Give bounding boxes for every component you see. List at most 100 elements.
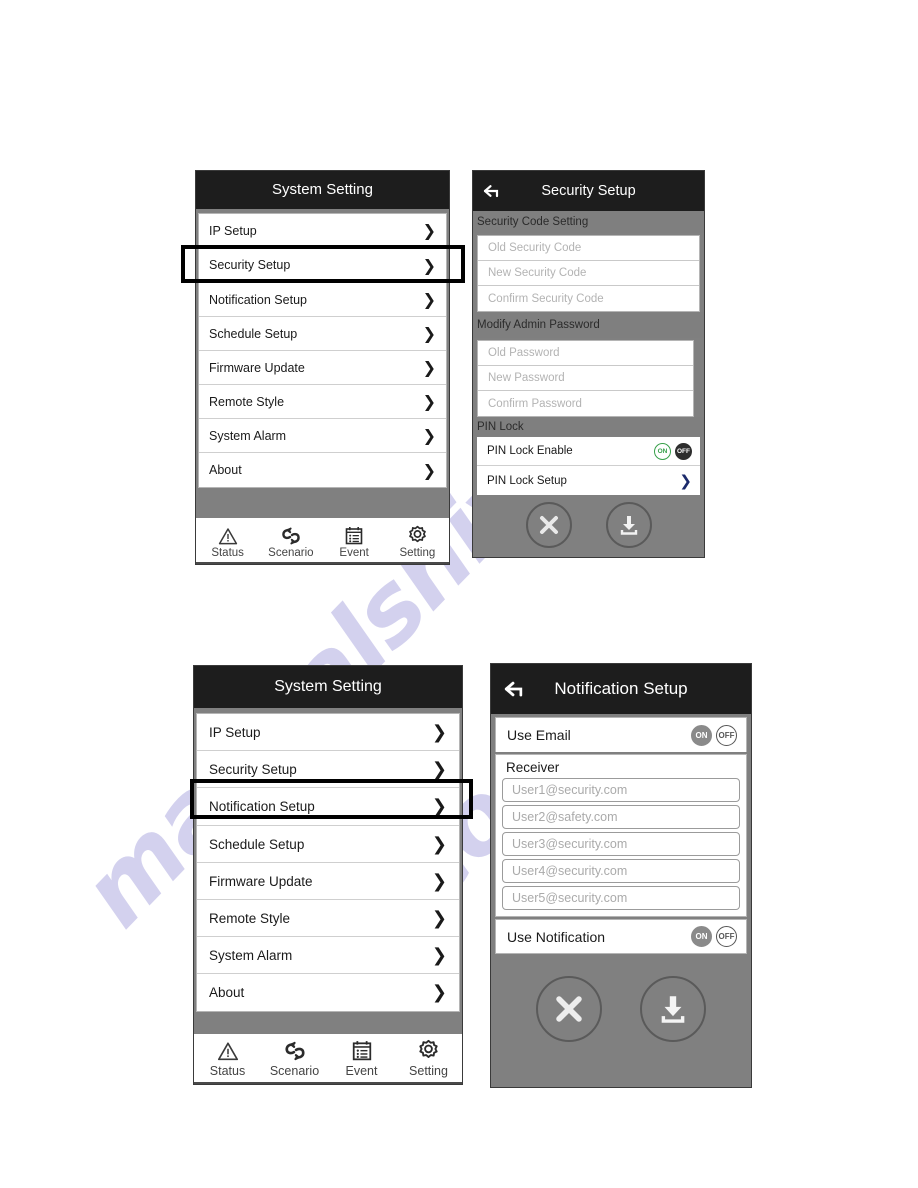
pin-lock-enable-row[interactable]: PIN Lock Enable ON OFF [477,437,700,466]
nav-item-status[interactable]: Status [196,519,259,564]
use-email-toggle[interactable]: ON OFF [691,724,737,746]
menu-item-label: Schedule Setup [209,836,305,852]
use-notification-toggle[interactable]: ON OFF [691,926,737,947]
menu-item-notification-setup[interactable]: Notification Setup ❯ [199,283,446,317]
chevron-right-icon: ❯ [431,758,447,780]
nav-underline [196,562,449,564]
cancel-button[interactable] [536,976,602,1042]
chevron-right-icon: ❯ [431,944,447,966]
chevron-right-icon: ❯ [422,426,436,445]
menu-item-label: System Alarm [209,428,287,443]
menu-item-schedule-setup[interactable]: Schedule Setup ❯ [197,826,459,863]
nav-item-setting[interactable]: Setting [386,519,449,564]
page-title: Notification Setup [554,679,688,698]
menu-item-label: Notification Setup [209,799,315,814]
cancel-button[interactable] [525,502,572,548]
menu-item-label: System Alarm [209,947,293,963]
menu-item-label: Security Setup [209,258,291,272]
page-title: System Setting [272,181,373,198]
cancel-icon [539,516,558,534]
menu-item-security-setup[interactable]: Security Setup ❯ [199,248,446,283]
menu-item-remote-style[interactable]: Remote Style ❯ [197,900,459,937]
receiver-field-2[interactable]: User2@safety.com [502,805,740,829]
toggle-off-option[interactable]: OFF [675,442,692,460]
chevron-right-icon: ❯ [431,833,447,855]
receiver-field-1[interactable]: User1@security.com [502,778,740,802]
menu-item-about[interactable]: About ❯ [199,453,446,487]
menu-item-system-alarm[interactable]: System Alarm ❯ [199,419,446,453]
toggle-off-option[interactable]: OFF [716,724,737,746]
confirm-security-code-field[interactable]: Confirm Security Code [478,286,699,311]
nav-item-label: Event [345,1064,378,1078]
menu-item-label: Firmware Update [209,873,313,889]
save-button[interactable] [640,976,706,1042]
action-bar [491,954,751,1064]
calendar-list-icon [345,526,363,545]
receiver-field-4[interactable]: User4@security.com [502,859,740,883]
menu-item-label: Schedule Setup [209,326,298,341]
nav-item-event[interactable]: Event [323,519,386,564]
toggle-off-option[interactable]: OFF [716,926,737,947]
use-notification-row[interactable]: Use Notification ON OFF [495,919,747,954]
nav-item-event[interactable]: Event [328,1035,395,1084]
pin-lock-toggle[interactable]: ON OFF [654,442,692,460]
menu-item-ip-setup[interactable]: IP Setup ❯ [199,214,446,248]
menu-item-ip-setup[interactable]: IP Setup ❯ [197,714,459,751]
title-bar: System Setting [196,171,449,209]
scenario-link-icon [283,1041,307,1061]
back-arrow-icon[interactable] [483,184,503,198]
toggle-on-option[interactable]: ON [691,926,712,947]
nav-item-label: Status [209,1064,246,1078]
title-bar: System Setting [194,666,462,708]
pin-lock-setup-row[interactable]: PIN Lock Setup ❯ [477,466,700,495]
menu-item-label: Firmware Update [209,360,305,375]
toggle-on-option[interactable]: ON [691,724,712,746]
section-header-security-code: Security Code Setting [473,211,704,233]
old-password-field[interactable]: Old Password [478,341,693,366]
nav-item-label: Status [211,547,244,559]
menu-item-system-alarm[interactable]: System Alarm ❯ [197,937,459,974]
menu-item-security-setup[interactable]: Security Setup ❯ [197,751,459,788]
menu-item-firmware-update[interactable]: Firmware Update ❯ [199,351,446,385]
toggle-on-option[interactable]: ON [654,442,671,460]
title-bar: Notification Setup [491,664,751,714]
menu-item-label: Notification Setup [209,292,307,307]
nav-item-scenario[interactable]: Scenario [259,519,322,564]
field-placeholder: User2@safety.com [512,810,618,824]
pin-lock-setup-label: PIN Lock Setup [487,474,567,487]
menu-item-label: IP Setup [209,223,257,238]
save-button[interactable] [605,502,652,548]
menu-item-remote-style[interactable]: Remote Style ❯ [199,385,446,419]
nav-item-scenario[interactable]: Scenario [261,1035,328,1084]
cancel-icon [556,996,582,1022]
menu-item-firmware-update[interactable]: Firmware Update ❯ [197,863,459,900]
menu-item-label: IP Setup [209,724,261,740]
field-placeholder: User4@security.com [512,864,628,878]
menu-item-notification-setup[interactable]: Notification Setup ❯ [197,788,459,826]
phone-system-setting-top: System Setting IP Setup ❯ Security Setup… [195,170,450,565]
menu-item-schedule-setup[interactable]: Schedule Setup ❯ [199,317,446,351]
gear-icon [407,525,428,545]
menu-item-label: Remote Style [209,394,285,409]
new-password-field[interactable]: New Password [478,366,693,391]
use-email-row[interactable]: Use Email ON OFF [495,717,747,752]
back-arrow-icon[interactable] [503,681,529,698]
confirm-password-field[interactable]: Confirm Password [478,391,693,416]
menu-item-about[interactable]: About ❯ [197,974,459,1011]
section-header-label: PIN Lock [477,420,524,433]
gear-icon [417,1039,440,1061]
receiver-field-3[interactable]: User3@security.com [502,832,740,856]
nav-item-status[interactable]: Status [194,1035,261,1084]
field-placeholder: User3@security.com [512,837,628,851]
nav-item-label: Scenario [268,547,314,559]
page-title: System Setting [274,678,382,695]
old-security-code-field[interactable]: Old Security Code [478,236,699,261]
nav-item-setting[interactable]: Setting [395,1035,462,1084]
new-security-code-field[interactable]: New Security Code [478,261,699,286]
receiver-section: Receiver User1@security.com User2@safety… [495,754,747,917]
phone-system-setting-bottom: System Setting IP Setup ❯ Security Setup… [193,665,463,1085]
chevron-right-icon: ❯ [431,870,447,892]
settings-menu-list: IP Setup ❯ Security Setup ❯ Notification… [196,713,460,1012]
receiver-field-5[interactable]: User5@security.com [502,886,740,910]
action-bar [473,495,704,548]
